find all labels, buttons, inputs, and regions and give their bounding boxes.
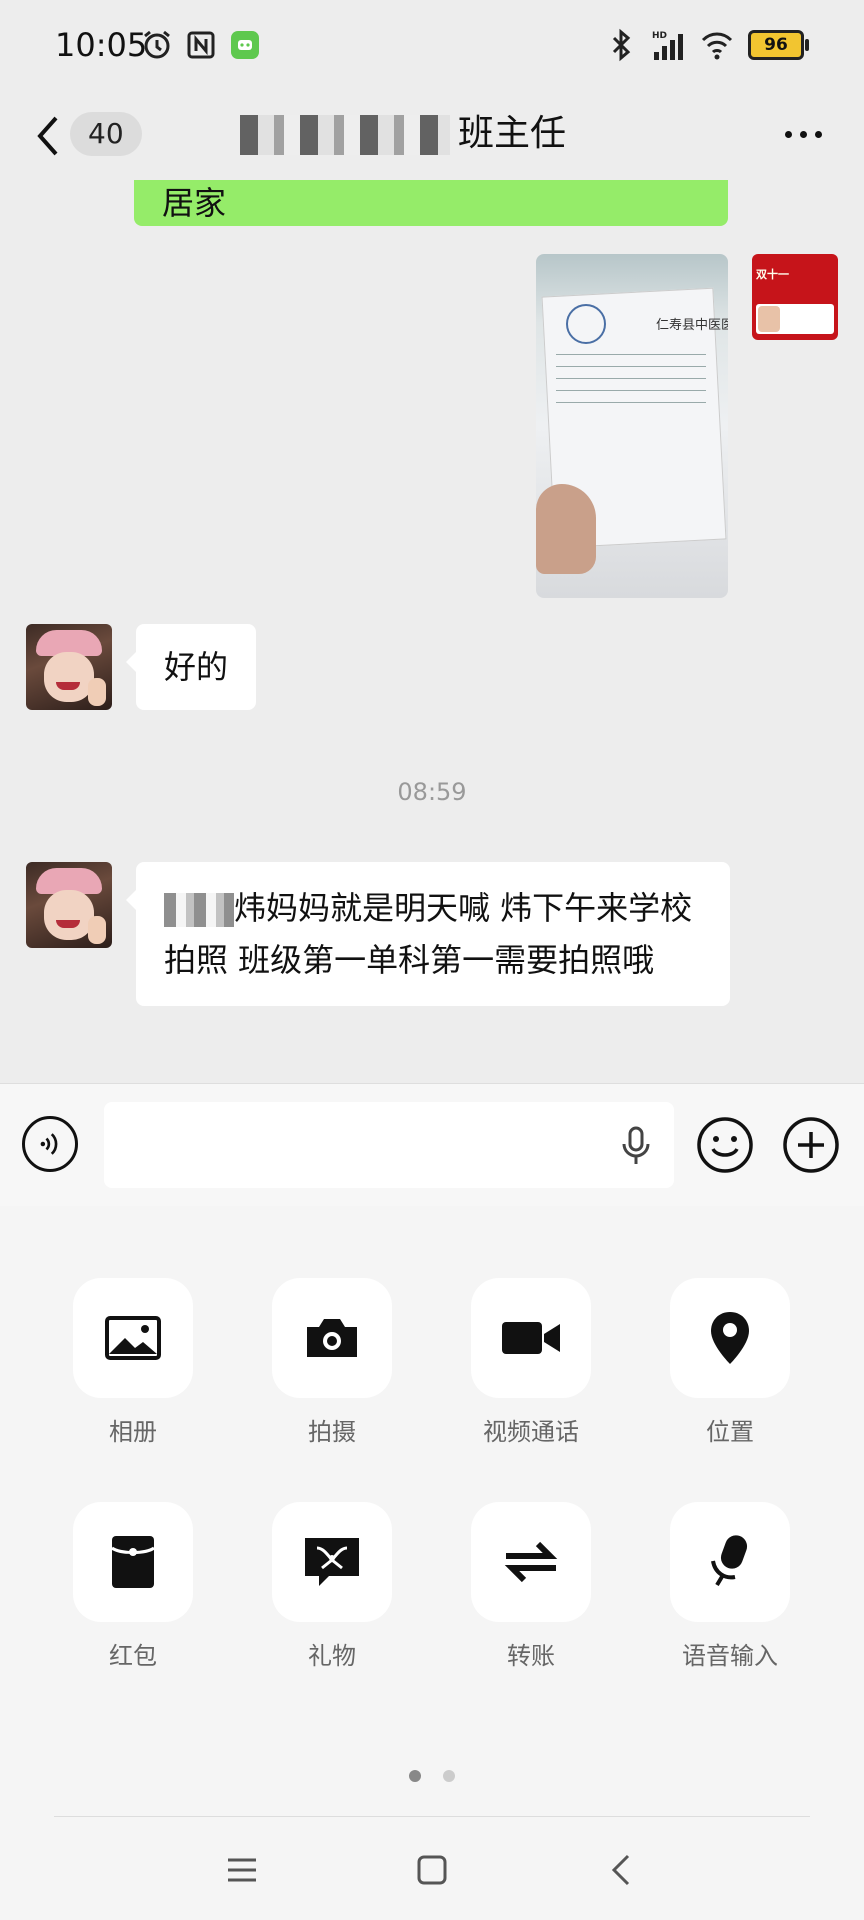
chat-header: 40 班主任 <box>0 92 864 180</box>
microphone-icon[interactable] <box>618 1126 654 1166</box>
back-button[interactable] <box>30 106 70 166</box>
received-text-bubble[interactable]: 好的 <box>125 624 257 710</box>
image-icon <box>105 1316 161 1360</box>
message-timestamp: 08:59 <box>397 778 467 806</box>
hospital-logo <box>566 304 606 344</box>
transfer-icon <box>504 1541 558 1583</box>
page-dot-active[interactable] <box>409 1770 421 1782</box>
home-icon[interactable] <box>412 1850 452 1890</box>
unread-count-badge[interactable]: 40 <box>70 112 142 156</box>
network-label: HD <box>652 31 667 41</box>
tool-transfer[interactable]: 转账 <box>461 1502 601 1671</box>
tool-album[interactable]: 相册 <box>63 1278 203 1447</box>
page-dot[interactable] <box>443 1770 455 1782</box>
tool-label: 红包 <box>109 1642 157 1670</box>
tool-label: 拍摄 <box>308 1418 356 1446</box>
system-nav-bar <box>0 1802 864 1920</box>
bluetooth-icon <box>612 28 631 62</box>
tool-label: 位置 <box>706 1418 754 1446</box>
chat-title[interactable]: 班主任 <box>240 104 640 156</box>
voice-mode-toggle-icon[interactable] <box>22 1116 78 1172</box>
tool-location[interactable]: 位置 <box>660 1278 800 1447</box>
emoji-icon[interactable] <box>696 1116 754 1174</box>
tool-gift[interactable]: 礼物 <box>262 1502 402 1671</box>
my-avatar[interactable]: 双十一 <box>752 254 838 340</box>
tool-video-call[interactable]: 视频通话 <box>461 1278 601 1447</box>
tool-red-packet[interactable]: 红包 <box>63 1502 203 1671</box>
sent-text-bubble[interactable]: 居家 <box>134 180 728 226</box>
sent-text: 居家 <box>162 184 227 222</box>
battery-indicator: 96 <box>748 30 809 60</box>
chat-message-list[interactable]: 居家 仁寿县中医医 双十一 好的 08:59 炜妈妈就是明天喊 炜下午来学校拍照… <box>0 180 864 1083</box>
divider <box>54 1816 810 1817</box>
tool-label: 视频通话 <box>483 1418 579 1446</box>
tool-label: 相册 <box>109 1418 157 1446</box>
signal-icon: HD <box>652 31 683 60</box>
function-panel: 相册 拍摄 视频通话 位置 红包 礼物 转账 语音输入 <box>0 1206 864 1802</box>
wifi-icon <box>701 32 733 60</box>
red-packet-icon <box>111 1536 155 1588</box>
redacted-name-mosaic <box>164 893 234 927</box>
received-text: 炜妈妈就是明天喊 炜下午来学校拍照 班级第一单科第一需要拍照哦 <box>164 889 693 979</box>
contact-avatar[interactable] <box>26 624 112 710</box>
panel-page-indicator <box>0 1770 864 1782</box>
tool-label: 礼物 <box>308 1642 356 1670</box>
input-bar <box>0 1083 864 1207</box>
redacted-title-mosaic <box>240 115 450 155</box>
received-text: 好的 <box>164 648 229 686</box>
status-time: 10:05 <box>55 26 148 64</box>
tool-voice-input[interactable]: 语音输入 <box>660 1502 800 1671</box>
tool-camera[interactable]: 拍摄 <box>262 1278 402 1447</box>
gift-icon <box>305 1538 359 1586</box>
document-text-lines <box>556 354 706 414</box>
sent-photo-message[interactable]: 仁寿县中医医 <box>536 254 728 598</box>
avatar-poster-text: 双十一 <box>756 268 789 281</box>
app-notification-icon <box>231 31 259 59</box>
more-functions-plus-icon[interactable] <box>782 1116 840 1174</box>
tool-label: 语音输入 <box>682 1642 778 1670</box>
camera-icon <box>307 1319 357 1357</box>
video-call-icon <box>502 1322 560 1354</box>
voice-input-icon <box>711 1535 748 1587</box>
status-bar: 10:05 HD 96 <box>0 0 864 92</box>
location-icon <box>711 1312 749 1364</box>
contact-avatar[interactable] <box>26 862 112 948</box>
menu-icon[interactable] <box>222 1850 262 1890</box>
message-input[interactable] <box>104 1102 674 1188</box>
received-text-bubble[interactable]: 炜妈妈就是明天喊 炜下午来学校拍照 班级第一单科第一需要拍照哦 <box>126 862 730 1006</box>
alarm-icon <box>144 30 170 59</box>
more-options-button[interactable] <box>778 112 828 156</box>
back-nav-icon[interactable] <box>602 1850 642 1890</box>
chat-title-text: 班主任 <box>458 113 567 154</box>
nfc-icon <box>187 31 215 59</box>
document-header-text: 仁寿县中医医 <box>656 318 728 333</box>
tool-label: 转账 <box>507 1642 555 1670</box>
hand-image <box>536 484 596 574</box>
